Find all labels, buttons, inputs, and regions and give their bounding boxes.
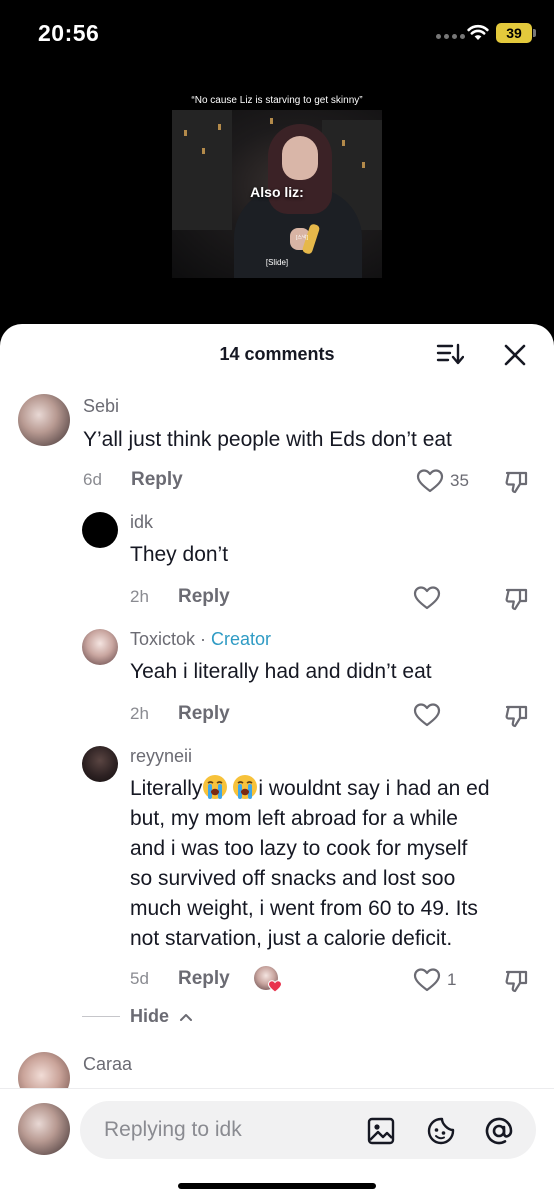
hide-replies-button[interactable]: Hide (82, 1006, 193, 1027)
avatar[interactable] (18, 1052, 70, 1090)
close-icon[interactable] (502, 342, 528, 368)
hide-label: Hide (130, 1006, 170, 1026)
video-tag: [스낵] (296, 235, 308, 241)
battery-cap (533, 29, 536, 37)
comment-input[interactable] (104, 1101, 354, 1159)
username-separator: · (195, 629, 212, 649)
comment-text-line1-end: i wouldnt say i had an ed (258, 777, 490, 800)
home-indicator[interactable] (178, 1183, 376, 1189)
comment-line: Literally i wouldnt say i had an ed (130, 774, 490, 804)
reply-button[interactable]: Reply (178, 586, 230, 608)
comment-input-container[interactable] (80, 1101, 536, 1159)
like-button[interactable] (413, 702, 441, 728)
cellular-signal-icon (436, 34, 465, 39)
comment-text-start: Literally (130, 777, 203, 800)
like-count: 35 (450, 471, 469, 490)
avatar[interactable] (18, 394, 70, 446)
comment-composer (0, 1088, 554, 1200)
comment-age: 2h (130, 587, 149, 606)
sticker-icon[interactable] (426, 1116, 456, 1146)
creator-liked-badge (254, 966, 282, 994)
image-icon[interactable] (366, 1116, 396, 1146)
comment-list[interactable]: Sebi Y’all just think people with Eds do… (0, 384, 554, 1090)
divider-line (82, 1016, 120, 1017)
comment-age: 6d (83, 470, 102, 489)
my-avatar[interactable] (18, 1103, 70, 1155)
comment-line: and i was too lazy to cook for myself (130, 837, 468, 860)
comment-username[interactable]: Caraa (83, 1054, 132, 1075)
comment-count: 14 comments (219, 344, 335, 364)
avatar[interactable] (82, 746, 118, 782)
like-button[interactable]: 1 (413, 967, 456, 993)
comment-text: Literally i wouldnt say i had an ed but, … (130, 774, 490, 954)
like-button[interactable]: 35 (416, 468, 469, 494)
creator-badge: Creator (211, 629, 272, 649)
comment-username[interactable]: idk (130, 512, 153, 533)
battery-icon: 39 (496, 23, 532, 43)
video-overlay-text: Also liz: (250, 184, 304, 200)
dislike-icon[interactable] (504, 469, 530, 495)
heart-icon (416, 469, 444, 493)
reply-button[interactable]: Reply (131, 469, 183, 491)
like-count: 1 (447, 970, 457, 989)
status-time: 20:56 (38, 20, 100, 46)
reply-button[interactable]: Reply (178, 703, 230, 725)
comment-username[interactable]: Toxictok · Creator (130, 629, 271, 650)
dislike-icon[interactable] (504, 968, 530, 994)
comment-username[interactable]: Sebi (83, 396, 119, 417)
comments-sheet: 14 comments Sebi Y’all just think people… (0, 324, 554, 1200)
video-slide-label: [Slide] (265, 258, 289, 267)
dislike-icon[interactable] (504, 586, 530, 612)
wifi-icon (467, 25, 489, 40)
dislike-icon[interactable] (504, 703, 530, 729)
comment-text: Y’all just think people with Eds don’t e… (83, 428, 452, 451)
heart-icon (413, 586, 441, 610)
like-button[interactable] (413, 585, 441, 611)
avatar[interactable] (82, 512, 118, 548)
heart-filled-icon (268, 980, 282, 993)
sheet-header: 14 comments (0, 324, 554, 384)
status-bar: 20:56 39 (0, 0, 554, 66)
loudly-crying-face-emoji (233, 775, 258, 799)
heart-icon (413, 703, 441, 727)
comment-age: 2h (130, 704, 149, 723)
comment-username[interactable]: reyyneii (130, 746, 192, 767)
video-caption: “No cause Liz is starving to get skinny” (191, 95, 363, 106)
username-text: Toxictok (130, 629, 196, 649)
comment-text: Yeah i literally had and didn’t eat (130, 660, 432, 683)
chevron-up-icon (180, 1013, 193, 1021)
mention-icon[interactable] (484, 1116, 514, 1146)
heart-icon (413, 968, 441, 992)
reply-button[interactable]: Reply (178, 968, 230, 990)
comment-line: but, my mom left abroad for a while (130, 807, 458, 830)
comment-line: so survived off snacks and lost soo (130, 867, 456, 890)
sort-icon[interactable] (436, 342, 464, 366)
video-player[interactable]: Also liz: [스낵] [Slide] (172, 110, 382, 278)
comment-text: They don’t (130, 543, 229, 566)
comment-age: 5d (130, 969, 149, 988)
loudly-crying-face-emoji (203, 775, 228, 799)
avatar[interactable] (82, 629, 118, 665)
comment-line: not starvation, just a calorie deficit. (130, 927, 453, 950)
comment-line: much weight, i went from 60 to 49. Its (130, 897, 478, 920)
